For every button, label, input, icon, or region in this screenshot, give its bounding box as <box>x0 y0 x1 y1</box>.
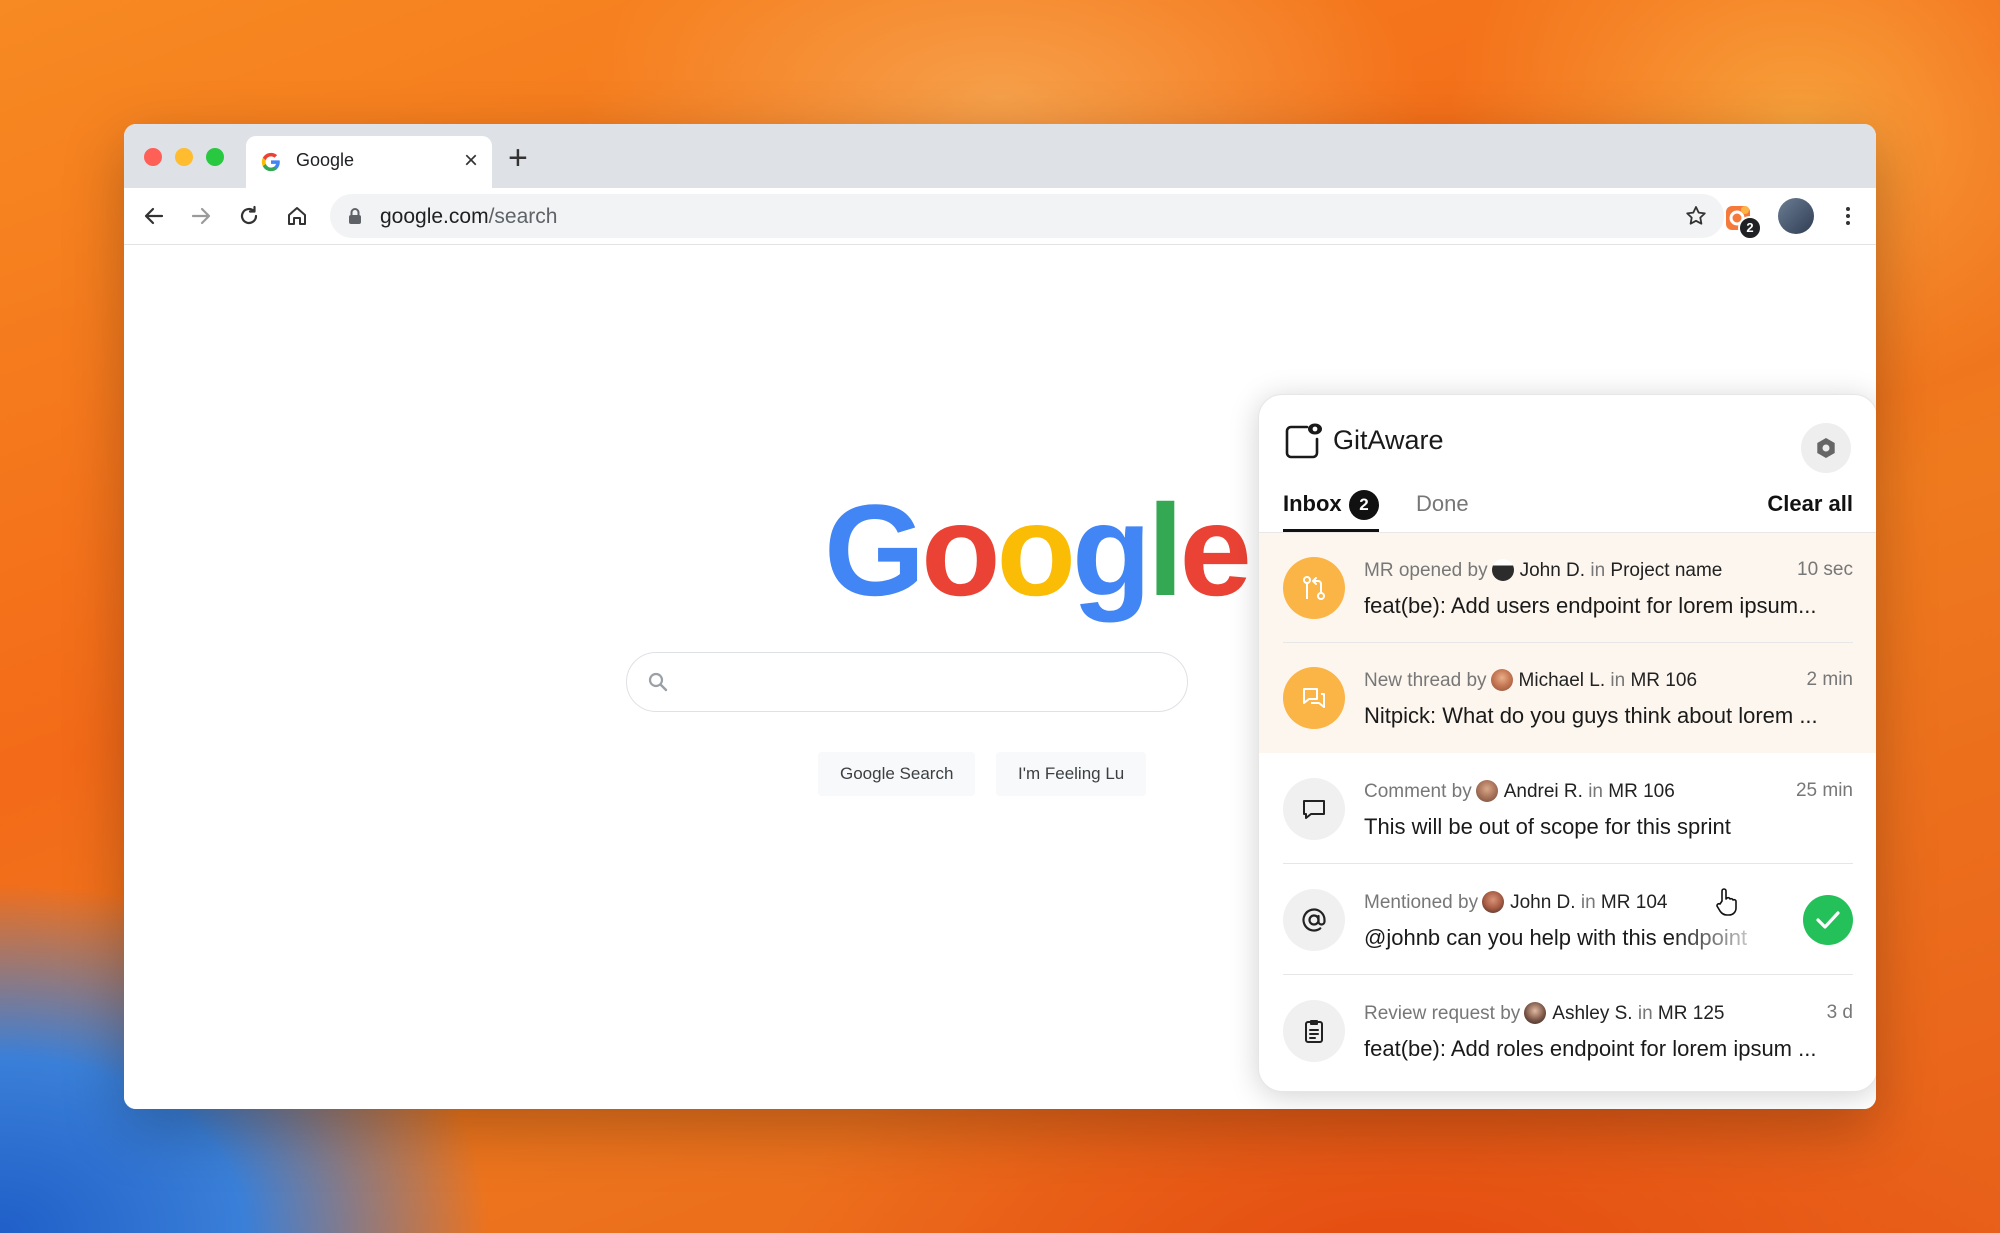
settings-icon <box>1817 438 1835 458</box>
author-name: John D. <box>1510 892 1576 913</box>
notification-meta: Review request by Ashley S. in MR 125 <box>1364 1002 1724 1025</box>
clear-all-button[interactable]: Clear all <box>1767 491 1853 517</box>
maximize-window-button[interactable] <box>206 148 224 166</box>
author-name: Michael L. <box>1518 670 1606 691</box>
in-text: in <box>1610 670 1626 691</box>
location-link[interactable]: Project name <box>1610 560 1722 581</box>
google-favicon-icon <box>261 152 280 172</box>
feeling-lucky-button[interactable]: I'm Feeling Lu <box>996 752 1147 796</box>
location-link[interactable]: MR 125 <box>1658 1003 1725 1024</box>
tab-title: Google <box>296 150 355 170</box>
action-text: Review request by <box>1364 1003 1521 1024</box>
mark-done-button[interactable] <box>1803 895 1853 945</box>
notification-item[interactable]: MR opened by John D. in Project name 10 s… <box>1259 533 1876 643</box>
url-host: google.com <box>380 205 489 228</box>
new-tab-button[interactable]: + <box>508 140 528 176</box>
tab-done[interactable]: Done <box>1416 491 1469 517</box>
timestamp: 2 min <box>1806 669 1853 690</box>
forward-arrow-icon[interactable] <box>189 204 213 228</box>
hand-cursor-icon <box>1716 888 1737 916</box>
url-text: google.com/search <box>380 205 557 229</box>
comment-badge <box>1283 778 1345 840</box>
settings-button[interactable] <box>1801 423 1851 473</box>
google-logo: Google <box>824 477 1252 623</box>
tab-inbox[interactable]: Inbox <box>1283 491 1342 517</box>
review-badge <box>1283 1000 1345 1062</box>
checkmark-icon <box>1816 911 1840 929</box>
notification-message: feat(be): Add roles endpoint for lorem i… <box>1364 1036 1817 1061</box>
location-link[interactable]: MR 106 <box>1608 781 1675 802</box>
notification-item[interactable]: Review request by Ashley S. in MR 125 3 d… <box>1259 976 1876 1086</box>
author-name: John D. <box>1519 560 1586 581</box>
url-path: /search <box>488 205 558 228</box>
action-text: Mentioned by <box>1364 892 1479 913</box>
in-text: in <box>1588 781 1603 802</box>
timestamp: 10 sec <box>1797 559 1853 580</box>
merge-request-badge <box>1283 557 1345 619</box>
notification-message: This will be out of scope for this sprin… <box>1364 814 1731 839</box>
bookmark-star-icon[interactable] <box>1684 204 1708 228</box>
avatar <box>1490 669 1513 691</box>
extension-badge: 2 <box>1738 216 1762 240</box>
merge-request-icon <box>1303 576 1325 600</box>
back-arrow-icon[interactable] <box>142 204 166 228</box>
close-window-button[interactable] <box>144 148 162 166</box>
action-text: Comment by <box>1364 781 1472 802</box>
notification-item[interactable]: Mentioned by John D. in MR 104 @johnb can… <box>1259 865 1876 975</box>
notification-meta: New thread by Michael L. in MR 106 <box>1364 669 1697 692</box>
in-text: in <box>1580 892 1596 913</box>
author-name: Ashley S. <box>1552 1003 1633 1024</box>
action-text: New thread by <box>1364 670 1487 691</box>
item-separator <box>1283 974 1853 975</box>
thread-icon <box>1303 688 1325 708</box>
notification-meta: Comment by Andrei R. in MR 106 <box>1364 780 1675 803</box>
search-icon <box>648 672 668 692</box>
action-text: MR opened by <box>1364 560 1488 581</box>
tab-google[interactable]: Google × <box>246 136 492 188</box>
in-text: in <box>1637 1003 1653 1024</box>
avatar <box>1491 559 1514 581</box>
mention-badge <box>1283 889 1345 951</box>
thread-badge <box>1283 667 1345 729</box>
notification-meta: MR opened by John D. in Project name <box>1364 559 1722 582</box>
google-search-input[interactable] <box>626 652 1188 712</box>
avatar <box>1475 780 1498 802</box>
clipboard-icon <box>1305 1020 1323 1043</box>
popup-title: GitAware <box>1333 425 1444 455</box>
gitaware-logo-icon <box>1285 423 1322 459</box>
inbox-count-badge: 2 <box>1349 490 1379 520</box>
notification-item[interactable]: New thread by Michael L. in MR 106 2 min … <box>1259 643 1876 753</box>
location-link[interactable]: MR 104 <box>1601 892 1668 913</box>
tab-close-icon[interactable]: × <box>464 146 478 176</box>
comment-icon <box>1303 800 1325 819</box>
notification-item[interactable]: Comment by Andrei R. in MR 106 25 min Thi… <box>1259 754 1876 864</box>
home-icon[interactable] <box>285 204 309 228</box>
browser-toolbar: google.com/search 2 <box>124 188 1876 245</box>
timestamp: 3 d <box>1826 1002 1853 1023</box>
item-separator <box>1283 863 1853 864</box>
at-icon <box>1302 908 1326 932</box>
minimize-window-button[interactable] <box>175 148 193 166</box>
notification-message: feat(be): Add users endpoint for lorem i… <box>1364 593 1817 618</box>
address-bar[interactable]: google.com/search <box>330 194 1724 238</box>
profile-avatar[interactable] <box>1778 198 1814 234</box>
in-text: in <box>1590 560 1606 581</box>
google-search-button[interactable]: Google Search <box>818 752 976 796</box>
notification-message: Nitpick: What do you guys think about lo… <box>1364 703 1818 728</box>
lock-icon[interactable] <box>346 207 364 225</box>
kebab-menu-icon[interactable] <box>1836 204 1860 228</box>
tab-strip: Google × + <box>124 124 1876 188</box>
notification-meta: Mentioned by John D. in MR 104 <box>1364 891 1667 914</box>
notification-message: @johnb can you help with this endpoint <box>1364 925 1748 950</box>
browser-window: Google × + google.com/search 2 Google Go… <box>124 124 1876 1109</box>
gitaware-popup: GitAware Inbox 2 Done Clear all MR opene… <box>1258 394 1876 1092</box>
reload-icon[interactable] <box>237 204 261 228</box>
avatar <box>1524 1002 1547 1024</box>
location-link[interactable]: MR 106 <box>1630 670 1697 691</box>
avatar <box>1482 891 1505 913</box>
author-name: Andrei R. <box>1503 781 1583 802</box>
timestamp: 25 min <box>1795 780 1853 801</box>
